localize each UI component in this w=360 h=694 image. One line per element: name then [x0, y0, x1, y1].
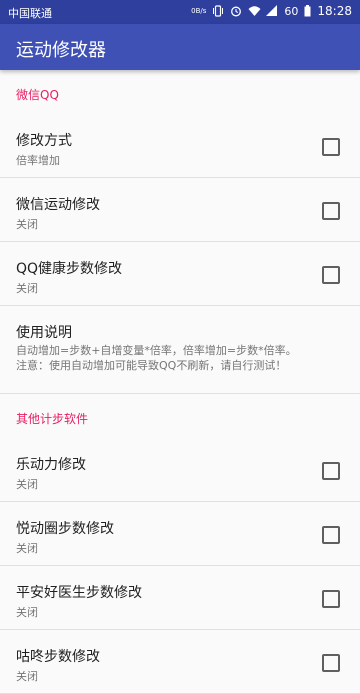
checkbox-wechat-sport[interactable] [322, 202, 340, 220]
pref-title: 咕咚步数修改 [16, 649, 100, 665]
wifi-icon [248, 5, 261, 17]
vibrate-icon [212, 5, 224, 17]
info-title: 使用说明 [16, 325, 72, 341]
signal-icon [266, 5, 278, 17]
status-icons: 0B/s 60 18:28 [191, 4, 352, 18]
checkbox-yuedongquan[interactable] [322, 526, 340, 544]
app-bar: 运动修改器 [0, 24, 360, 70]
section-header-other-apps: 其他计步软件 [16, 412, 89, 426]
pref-title: 平安好医生步数修改 [16, 585, 142, 601]
pref-summary: 关闭 [16, 542, 38, 555]
pref-wechat-sport[interactable]: 微信运动修改 关闭 [0, 178, 360, 242]
usage-instructions: 使用说明 自动增加=步数+自增变量*倍率，倍率增加=步数*倍率。 注意：使用自动… [0, 306, 360, 394]
checkbox-codoon[interactable] [322, 654, 340, 672]
battery-icon [304, 5, 311, 17]
clock: 18:28 [317, 4, 352, 18]
pref-qq-health[interactable]: QQ健康步数修改 关闭 [0, 242, 360, 306]
battery-level: 60 [284, 4, 299, 18]
pref-title: QQ健康步数修改 [16, 261, 123, 277]
pref-ledongli[interactable]: 乐动力修改 关闭 [0, 438, 360, 502]
checkbox-pingan-doctor[interactable] [322, 590, 340, 608]
pref-summary: 关闭 [16, 606, 38, 619]
info-line-2: 注意：使用自动增加可能导致QQ不刷新，请自行测试！ [16, 359, 287, 372]
info-line-1: 自动增加=步数+自增变量*倍率，倍率增加=步数*倍率。 [16, 344, 297, 357]
checkbox-ledongli[interactable] [322, 462, 340, 480]
pref-title: 微信运动修改 [16, 197, 100, 213]
pref-summary: 关闭 [16, 218, 38, 231]
pref-summary: 关闭 [16, 478, 38, 491]
pref-summary: 关闭 [16, 670, 38, 683]
pref-modify-mode[interactable]: 修改方式 倍率增加 [0, 114, 360, 178]
pref-summary: 关闭 [16, 282, 38, 295]
pref-title: 乐动力修改 [16, 457, 86, 473]
section-header-wechat-qq: 微信QQ [16, 88, 59, 102]
pref-pingan-doctor[interactable]: 平安好医生步数修改 关闭 [0, 566, 360, 630]
pref-title: 修改方式 [16, 133, 72, 149]
pref-yuedongquan[interactable]: 悦动圈步数修改 关闭 [0, 502, 360, 566]
status-bar: 中国联通 0B/s 60 18:28 [0, 0, 360, 24]
checkbox-qq-health[interactable] [322, 266, 340, 284]
pref-title: 悦动圈步数修改 [16, 521, 114, 537]
pref-summary: 倍率增加 [16, 154, 60, 167]
checkbox-modify-mode[interactable] [322, 138, 340, 156]
carrier-label: 中国联通 [8, 7, 52, 20]
network-speed: 0B/s [191, 7, 207, 15]
preference-list[interactable]: 微信QQ 修改方式 倍率增加 微信运动修改 关闭 QQ健康步数修改 关闭 使用说… [0, 70, 360, 694]
app-title: 运动修改器 [16, 40, 106, 61]
alarm-icon [230, 5, 242, 17]
